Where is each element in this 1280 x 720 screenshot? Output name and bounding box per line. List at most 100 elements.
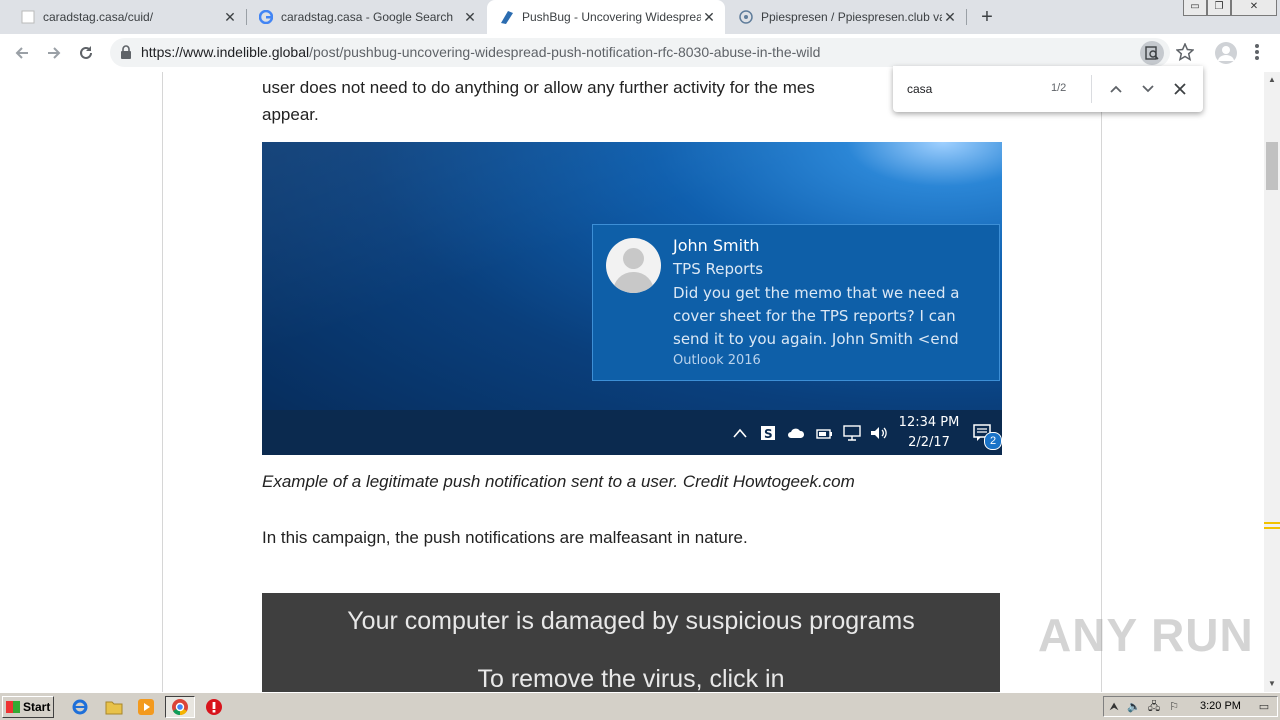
scroll-up-arrow-icon[interactable]: ▲: [1264, 72, 1280, 88]
skype-icon: S: [754, 419, 782, 447]
find-in-page-icon[interactable]: [1140, 41, 1164, 65]
forward-arrow-icon: [48, 47, 61, 59]
show-hidden-icons-icon[interactable]: ⮝: [1106, 699, 1122, 715]
opera-icon[interactable]: [204, 697, 224, 717]
url-host: https://www.indelible.global: [141, 44, 310, 60]
win10-system-tray: S 12:34 PM 2/2/17 2: [726, 410, 1002, 455]
article-paragraph: In this campaign, the push notifications…: [262, 528, 748, 547]
win10-clock: 12:34 PM 2/2/17: [894, 413, 964, 453]
folder-icon[interactable]: [104, 697, 124, 717]
close-icon[interactable]: ✕: [462, 9, 478, 26]
message-line: send it to you again. John Smith <end: [673, 330, 959, 348]
volume-icon[interactable]: 🔈: [1126, 699, 1142, 715]
media-player-icon[interactable]: [136, 697, 156, 717]
reload-button[interactable]: [74, 41, 98, 65]
tab-title: caradstag.casa/cuid/: [43, 10, 154, 24]
show-desktop-icon[interactable]: ▭: [1256, 699, 1272, 715]
win10-taskbar-image: S 12:34 PM 2/2/17 2: [262, 410, 1002, 455]
blank-page-icon: [20, 9, 36, 25]
content-column-border: [162, 72, 163, 692]
tab-google-search[interactable]: caradstag.casa - Google Search ✕: [238, 0, 486, 34]
svg-text:S: S: [764, 427, 773, 441]
menu-kebab-icon[interactable]: [1250, 43, 1264, 63]
tab-title: PushBug - Uncovering Widespread P: [522, 10, 701, 24]
indelible-icon: [499, 9, 515, 25]
forward-button[interactable]: [42, 41, 66, 65]
onedrive-cloud-icon: [782, 419, 810, 447]
notification-sender: John Smith: [673, 236, 760, 255]
find-previous-button[interactable]: [1105, 78, 1127, 100]
chevron-up-icon: [1110, 85, 1122, 93]
vertical-scrollbar[interactable]: ▲ ▼: [1264, 72, 1280, 692]
new-tab-button[interactable]: +: [976, 6, 998, 28]
anyrun-watermark: ANY RUN: [1038, 609, 1254, 661]
volume-icon: [866, 419, 894, 447]
contact-avatar-icon: [606, 238, 661, 293]
minimize-button[interactable]: ▭: [1183, 0, 1207, 16]
os-taskbar: Start ⮝ 🔈 🖧 ⚐ 3:20 PM ▭: [0, 692, 1280, 720]
find-match-count: 1/2: [1051, 82, 1067, 94]
find-separator: [1091, 75, 1092, 103]
chevron-up-icon: [726, 419, 754, 447]
restore-button[interactable]: ❐: [1207, 0, 1231, 16]
notification-app: Outlook 2016: [673, 353, 761, 368]
find-next-button[interactable]: [1137, 78, 1159, 100]
close-icon[interactable]: ✕: [701, 9, 717, 26]
malicious-notification-image: Your computer is damaged by suspicious p…: [262, 593, 1000, 692]
close-icon[interactable]: ✕: [942, 9, 958, 26]
tab-caradstag-cuid[interactable]: caradstag.casa/cuid/ ✕: [0, 0, 246, 34]
legit-push-notification-image: John Smith TPS Reports Did you get the m…: [262, 142, 1002, 455]
anyrun-icon: [738, 9, 754, 25]
notification-subject: TPS Reports: [673, 260, 764, 278]
windows-logo-icon: [6, 701, 20, 713]
close-window-button[interactable]: ✕: [1231, 0, 1277, 16]
article-line: user does not need to do anything or all…: [262, 78, 815, 97]
scrollbar-thumb[interactable]: [1266, 142, 1278, 190]
clock-date: 2/2/17: [908, 434, 950, 450]
reload-icon: [80, 46, 92, 59]
address-bar[interactable]: https://www.indelible.global/post/pushbu…: [110, 38, 1170, 67]
url-path: /post/pushbug-uncovering-widespread-push…: [309, 44, 821, 60]
internet-explorer-icon[interactable]: [70, 697, 90, 717]
message-line: cover sheet for the TPS reports? I can: [673, 307, 956, 325]
find-match-marker: [1264, 527, 1280, 529]
lock-icon: [120, 45, 132, 64]
chrome-icon[interactable]: [170, 697, 190, 717]
tab-title: Ppiespresen / Ppiespresen.club valu: [761, 10, 942, 24]
close-icon[interactable]: ✕: [222, 9, 238, 26]
article-paragraph: user does not need to do anything or all…: [262, 74, 815, 128]
action-center-flag-icon[interactable]: ⚐: [1166, 699, 1182, 715]
page-content: user does not need to do anything or all…: [0, 72, 1264, 692]
find-input[interactable]: [907, 79, 1047, 99]
tab-title: caradstag.casa - Google Search: [281, 10, 454, 24]
scroll-down-arrow-icon[interactable]: ▼: [1264, 676, 1280, 692]
network-icon[interactable]: 🖧: [1146, 699, 1162, 715]
url-text: https://www.indelible.global/post/pushbu…: [141, 44, 820, 60]
find-close-button[interactable]: [1169, 78, 1191, 100]
message-line: Did you get the memo that we need a: [673, 284, 960, 302]
battery-icon: [810, 419, 838, 447]
back-button[interactable]: [10, 41, 34, 65]
notification-message: Did you get the memo that we need a cove…: [673, 282, 973, 351]
tab-ppiespresen[interactable]: Ppiespresen / Ppiespresen.club valu ✕: [726, 0, 966, 34]
article-line: appear.: [262, 105, 319, 124]
chevron-down-icon: [1142, 85, 1154, 93]
profile-avatar-icon[interactable]: [1215, 42, 1237, 64]
image-caption: Example of a legitimate push notificatio…: [262, 472, 855, 491]
bookmark-star-icon[interactable]: [1175, 42, 1195, 66]
find-match-marker: [1264, 522, 1280, 524]
tab-pushbug[interactable]: PushBug - Uncovering Widespread P ✕: [487, 0, 725, 34]
network-icon: [838, 419, 866, 447]
scam-line: To remove the virus, click in: [477, 665, 785, 692]
start-button[interactable]: Start: [2, 696, 54, 718]
action-center-icon: 2: [964, 410, 1002, 455]
tab-separator: [966, 9, 967, 25]
find-bar: 1/2: [893, 66, 1203, 112]
content-column-border: [1101, 72, 1102, 692]
window-controls: ▭ ❐ ✕: [1183, 0, 1277, 16]
os-system-tray: ⮝ 🔈 🖧 ⚐ 3:20 PM ▭: [1103, 696, 1278, 717]
start-label: Start: [23, 700, 51, 714]
scam-line: Your computer is damaged by suspicious p…: [347, 607, 915, 635]
back-arrow-icon: [15, 47, 28, 59]
os-clock: 3:20 PM: [1200, 700, 1241, 712]
